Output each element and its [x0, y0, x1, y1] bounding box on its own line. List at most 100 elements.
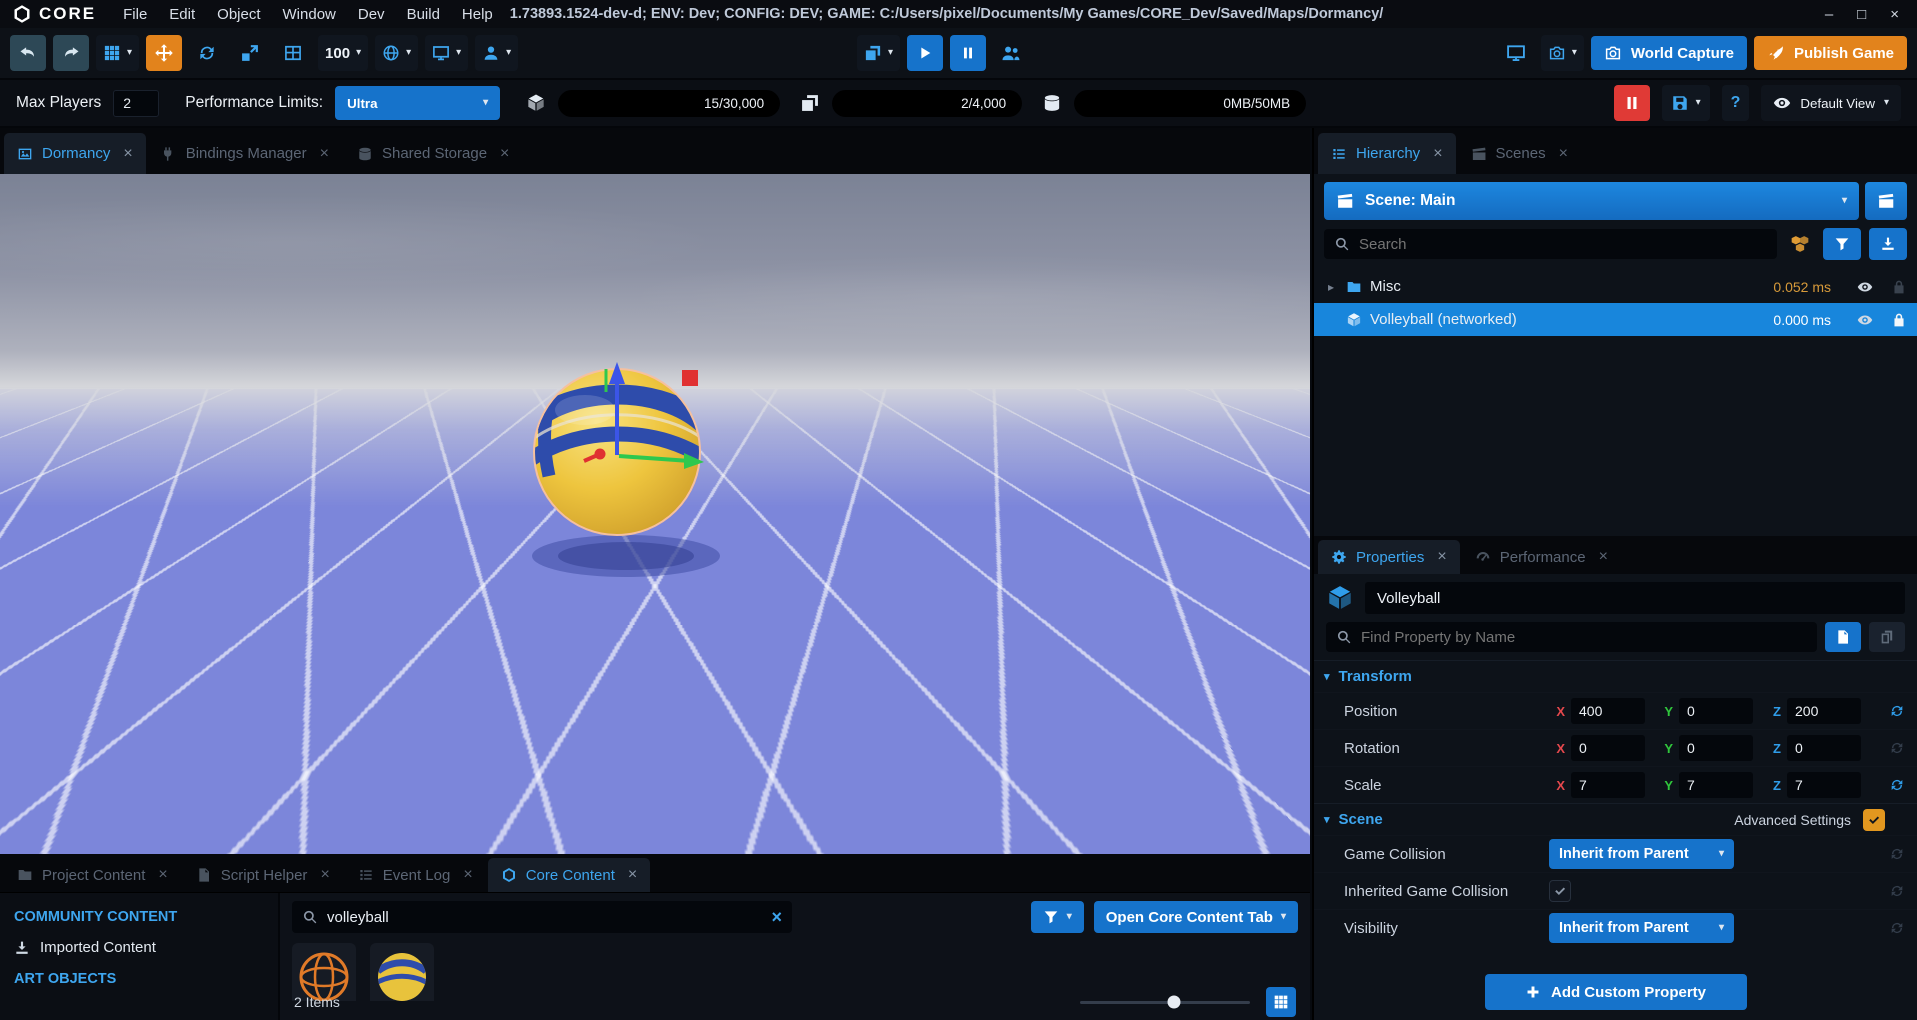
multiplayer-test-button[interactable] — [993, 35, 1029, 71]
performance-limits-dropdown[interactable]: Ultra▾ — [335, 86, 500, 120]
reset-icon[interactable] — [1889, 920, 1905, 936]
paste-properties-button[interactable] — [1869, 622, 1905, 652]
3d-viewport[interactable] — [0, 174, 1310, 854]
tab-core-content[interactable]: Core Content × — [488, 858, 651, 892]
find-property-input[interactable] — [1361, 629, 1807, 646]
hierarchy-row-volleyball[interactable]: Volleyball (networked) 0.000 ms — [1314, 303, 1917, 336]
rotation-y-input[interactable] — [1679, 735, 1753, 761]
slider-knob[interactable] — [1167, 996, 1180, 1009]
expand-icon[interactable]: ▸ — [1324, 280, 1338, 294]
inherited-game-collision-checkbox[interactable] — [1549, 880, 1571, 902]
templates-button[interactable] — [1785, 228, 1815, 260]
move-tool-button[interactable] — [146, 35, 182, 71]
selection-mode-dropdown[interactable]: ▾ — [96, 35, 139, 71]
close-icon[interactable]: × — [463, 866, 472, 884]
close-icon[interactable]: × — [158, 866, 167, 884]
game-collision-dropdown[interactable]: Inherit from Parent▾ — [1549, 839, 1734, 869]
visibility-eye-icon[interactable] — [1857, 312, 1873, 328]
content-filter-button[interactable]: ▾ — [1031, 901, 1084, 933]
tab-script-helper[interactable]: Script Helper × — [183, 858, 343, 892]
gizmo-plane-handle[interactable] — [682, 370, 698, 386]
close-button[interactable]: × — [1890, 6, 1899, 23]
scale-y-input[interactable] — [1679, 772, 1753, 798]
transform-section-header[interactable]: ▾ Transform — [1314, 660, 1917, 692]
position-y-input[interactable] — [1679, 698, 1753, 724]
lock-icon[interactable] — [1891, 312, 1907, 328]
gizmo-x-axis[interactable] — [595, 449, 606, 460]
position-x-input[interactable] — [1571, 698, 1645, 724]
tab-shared-storage[interactable]: Shared Storage × — [344, 133, 522, 174]
menu-object[interactable]: Object — [206, 4, 271, 25]
rotate-tool-button[interactable] — [189, 35, 225, 71]
world-capture-button[interactable]: World Capture — [1591, 36, 1747, 70]
copy-properties-button[interactable] — [1825, 622, 1861, 652]
thumbnail-size-slider[interactable] — [1080, 1001, 1250, 1004]
open-core-content-tab-button[interactable]: Open Core Content Tab▾ — [1094, 901, 1298, 933]
find-property-box[interactable] — [1326, 622, 1817, 652]
tab-bindings-manager[interactable]: Bindings Manager × — [148, 133, 342, 174]
visibility-dropdown[interactable]: Inherit from Parent▾ — [1549, 913, 1734, 943]
scale-z-input[interactable] — [1787, 772, 1861, 798]
play-button[interactable] — [907, 35, 943, 71]
menu-file[interactable]: File — [112, 4, 158, 25]
tab-properties[interactable]: Properties × — [1318, 540, 1460, 574]
menu-help[interactable]: Help — [451, 4, 504, 25]
capture-dropdown[interactable]: ▾ — [1541, 35, 1584, 71]
maximize-button[interactable]: □ — [1857, 6, 1866, 23]
reset-scale-icon[interactable] — [1889, 777, 1905, 793]
player-view-dropdown[interactable]: ▾ — [475, 35, 518, 71]
grid-view-button[interactable] — [1266, 987, 1296, 1017]
collapse-all-button[interactable] — [1869, 228, 1907, 260]
manage-scenes-button[interactable] — [1865, 182, 1907, 220]
close-icon[interactable]: × — [1599, 548, 1608, 566]
hierarchy-filter-button[interactable] — [1823, 228, 1861, 260]
pause-simulation-button[interactable] — [1614, 85, 1650, 121]
close-icon[interactable]: × — [320, 866, 329, 884]
reset-position-icon[interactable] — [1889, 703, 1905, 719]
menu-window[interactable]: Window — [272, 4, 347, 25]
visibility-eye-icon[interactable] — [1857, 279, 1873, 295]
sidebar-art-objects[interactable]: ART OBJECTS — [0, 963, 278, 994]
tab-project-content[interactable]: Project Content × — [4, 858, 181, 892]
help-button[interactable]: ? — [1722, 85, 1750, 121]
scale-tool-button[interactable] — [232, 35, 268, 71]
tab-performance[interactable]: Performance × — [1462, 540, 1621, 574]
rotation-x-input[interactable] — [1571, 735, 1645, 761]
save-dropdown[interactable]: ▾ — [1662, 85, 1710, 121]
scale-x-input[interactable] — [1571, 772, 1645, 798]
scene-selector-dropdown[interactable]: Scene: Main ▾ — [1324, 182, 1859, 220]
close-icon[interactable]: × — [1433, 145, 1442, 163]
tab-event-log[interactable]: Event Log × — [345, 858, 486, 892]
position-z-input[interactable] — [1787, 698, 1861, 724]
tab-hierarchy[interactable]: Hierarchy × — [1318, 133, 1456, 174]
reset-rotation-icon[interactable] — [1889, 740, 1905, 756]
reset-icon[interactable] — [1889, 846, 1905, 862]
max-players-input[interactable] — [113, 90, 159, 117]
object-name-input[interactable] — [1365, 582, 1905, 614]
hierarchy-search-box[interactable] — [1324, 229, 1777, 259]
multiplayer-preview-dropdown[interactable]: ▾ — [857, 35, 900, 71]
default-view-dropdown[interactable]: Default View▾ — [1761, 85, 1901, 121]
menu-edit[interactable]: Edit — [158, 4, 206, 25]
close-icon[interactable]: × — [1437, 548, 1446, 566]
scene-section-header[interactable]: ▾ Scene Advanced Settings — [1314, 803, 1917, 835]
sidebar-community-content[interactable]: COMMUNITY CONTENT — [0, 901, 278, 932]
world-space-dropdown[interactable]: ▾ — [375, 35, 418, 71]
minimize-button[interactable]: – — [1825, 6, 1833, 23]
snap-size-dropdown[interactable]: 100▾ — [318, 35, 368, 71]
add-custom-property-button[interactable]: Add Custom Property — [1485, 974, 1747, 1010]
rotation-z-input[interactable] — [1787, 735, 1861, 761]
tab-scenes[interactable]: Scenes × — [1458, 133, 1581, 174]
clear-search-icon[interactable]: × — [771, 907, 782, 928]
redo-button[interactable] — [53, 35, 89, 71]
grid-snap-toggle[interactable] — [275, 35, 311, 71]
undo-button[interactable] — [10, 35, 46, 71]
lock-icon[interactable] — [1891, 279, 1907, 295]
advanced-settings-checkbox[interactable] — [1863, 809, 1885, 831]
hierarchy-row-misc[interactable]: ▸ Misc 0.052 ms — [1314, 270, 1917, 303]
reset-icon[interactable] — [1889, 883, 1905, 899]
close-icon[interactable]: × — [628, 866, 637, 884]
tab-dormancy[interactable]: Dormancy × — [4, 133, 146, 174]
screen-mode-dropdown[interactable]: ▾ — [425, 35, 468, 71]
publish-game-button[interactable]: Publish Game — [1754, 36, 1907, 70]
